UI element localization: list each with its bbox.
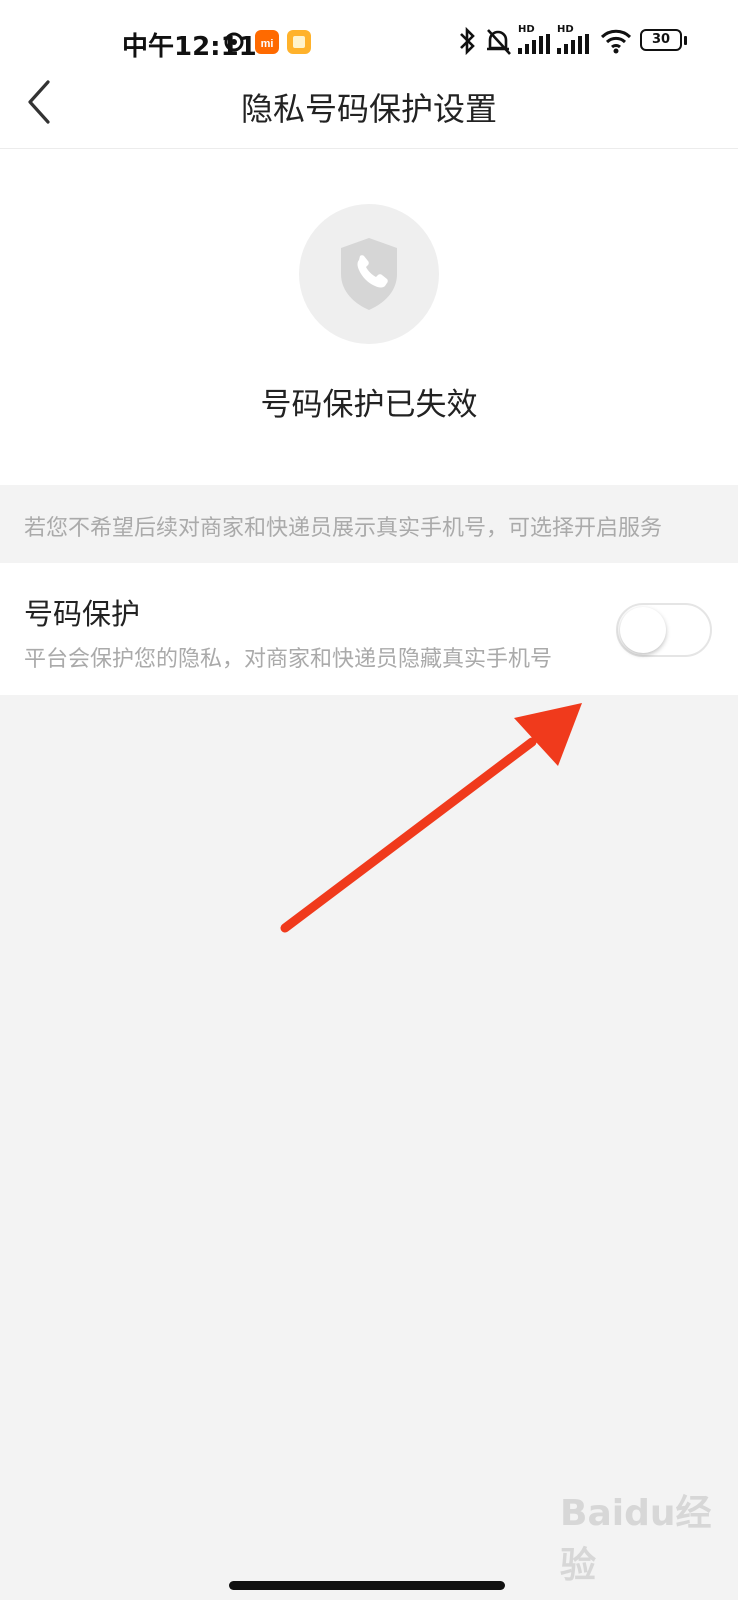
navigation-bar: 隐私号码保护设置	[0, 62, 738, 149]
tip-banner: 若您不希望后续对商家和快递员展示真实手机号，可选择开启服务	[0, 485, 738, 563]
shield-phone-icon	[341, 238, 397, 310]
mi-app-icon: mi	[255, 30, 279, 54]
arrow-head	[514, 703, 582, 766]
shield-icon-background	[299, 204, 439, 344]
toggle-knob[interactable]	[620, 607, 666, 653]
setting-label: 号码保护	[24, 597, 141, 631]
number-protection-setting[interactable]: 号码保护 平台会保护您的隐私，对商家和快递员隐藏真实手机号	[0, 563, 738, 695]
tip-text: 若您不希望后续对商家和快递员展示真实手机号，可选择开启服务	[24, 516, 663, 541]
bluetooth-icon	[460, 26, 475, 56]
home-indicator[interactable]	[229, 1581, 505, 1590]
protection-status-section: 号码保护已失效	[0, 149, 738, 485]
arrow-shaft	[280, 737, 537, 933]
signal-1: HD	[518, 24, 552, 56]
wifi-icon	[600, 29, 632, 54]
setting-description: 平台会保护您的隐私，对商家和快递员隐藏真实手机号	[24, 647, 553, 672]
battery-icon: 30	[640, 29, 688, 53]
baidu-watermark: Baidu经验	[560, 1493, 712, 1586]
camera-notification-icon	[224, 32, 244, 52]
svg-text:mi: mi	[261, 38, 274, 50]
battery-level: 30	[651, 32, 671, 47]
signal-2-bars-icon	[557, 34, 589, 54]
mute-bell-icon	[487, 29, 511, 55]
protection-status-text: 号码保护已失效	[260, 387, 478, 423]
number-protection-toggle[interactable]	[616, 603, 712, 657]
page-title: 隐私号码保护设置	[240, 90, 497, 128]
signal-1-bars-icon	[518, 34, 550, 54]
gallery-app-icon	[287, 30, 311, 54]
signal-2: HD	[557, 24, 591, 56]
